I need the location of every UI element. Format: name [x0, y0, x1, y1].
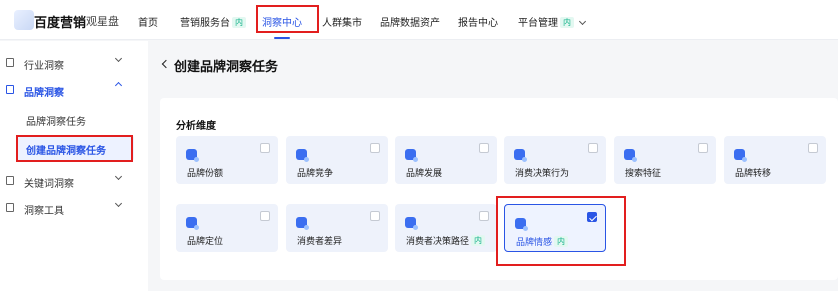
dimension-checkbox[interactable]	[370, 211, 380, 221]
nav-audience-market[interactable]: 人群集市	[322, 14, 362, 29]
logo-icon	[14, 10, 34, 30]
dimension-card-consumer-decision-behavior[interactable]: 消费决策行为	[504, 136, 606, 184]
dimension-checkbox[interactable]	[698, 143, 708, 153]
dimension-card-consumer-difference[interactable]: 消费者差异	[286, 204, 388, 252]
dimension-checkbox[interactable]	[808, 143, 818, 153]
dimension-label: 消费决策行为	[515, 169, 570, 179]
consumer-difference-icon	[296, 217, 309, 230]
industry-icon	[6, 58, 14, 67]
nav-platform-management[interactable]: 平台管理内	[518, 14, 587, 29]
dimension-card-brand-development[interactable]: 品牌发展	[395, 136, 497, 184]
brand-sentiment-icon	[515, 218, 528, 231]
dimension-card-brand-sentiment[interactable]: 品牌情感内	[504, 204, 606, 252]
brand-development-icon	[405, 149, 418, 162]
sidebar-item-label: 行业洞察	[24, 61, 64, 72]
dimension-label: 消费者决策路径内	[406, 234, 486, 247]
analysis-dimension-panel	[160, 98, 838, 280]
decision-path-icon	[405, 217, 418, 230]
keyword-icon	[6, 176, 14, 185]
dimension-card-brand-share[interactable]: 品牌份额	[176, 136, 278, 184]
dimension-label: 品牌份额	[187, 169, 224, 179]
chevron-down-icon	[114, 199, 123, 208]
nav-report-center[interactable]: 报告中心	[458, 14, 498, 29]
dimension-checkbox[interactable]	[588, 143, 598, 153]
brand-share-icon	[186, 149, 199, 162]
dimension-card-brand-positioning[interactable]: 品牌定位	[176, 204, 278, 252]
brand-logo-text[interactable]: 百度营销	[34, 12, 86, 31]
dimension-label: 品牌发展	[406, 169, 443, 179]
dimension-label: 品牌转移	[735, 169, 772, 179]
dimension-label: 品牌定位	[187, 237, 224, 247]
dimension-label: 搜索特征	[625, 169, 662, 179]
page-title: 创建品牌洞察任务	[174, 60, 279, 75]
nav-home[interactable]: 首页	[138, 14, 158, 29]
brand-transfer-icon	[734, 149, 747, 162]
brand-icon	[6, 85, 14, 94]
dimension-checkbox-checked[interactable]	[587, 212, 597, 222]
dimension-checkbox[interactable]	[260, 143, 270, 153]
dimension-card-consumer-decision-path[interactable]: 消费者决策路径内	[395, 204, 497, 252]
chevron-down-icon	[114, 54, 123, 63]
dimension-card-brand-transfer[interactable]: 品牌转移	[724, 136, 826, 184]
dimension-checkbox[interactable]	[479, 211, 489, 221]
sidebar-item-label: 关键词洞察	[24, 179, 74, 190]
internal-badge: 内	[560, 17, 574, 28]
sidebar-item-insight-tools[interactable]: 洞察工具	[0, 196, 148, 220]
chevron-up-icon	[114, 81, 123, 90]
sidebar-subitem-brand-insight-tasks[interactable]: 品牌洞察任务	[26, 113, 86, 128]
product-name: 观星盘	[86, 15, 119, 28]
dimension-label: 品牌情感内	[516, 235, 569, 248]
sidebar-item-brand-insight[interactable]: 品牌洞察	[0, 78, 148, 102]
sidebar-item-industry-insight[interactable]: 行业洞察	[0, 51, 148, 75]
internal-badge: 内	[232, 17, 246, 28]
nav-marketing-service[interactable]: 营销服务台内	[180, 14, 246, 29]
brand-competition-icon	[296, 149, 309, 162]
chevron-down-icon	[114, 172, 123, 181]
internal-badge: 内	[554, 236, 569, 247]
dimension-checkbox[interactable]	[260, 211, 270, 221]
back-arrow-icon[interactable]	[161, 59, 171, 69]
tools-icon	[6, 203, 14, 212]
decision-behavior-icon	[514, 149, 527, 162]
dimension-label: 消费者差异	[297, 237, 343, 247]
sidebar-item-keyword-insight[interactable]: 关键词洞察	[0, 169, 148, 193]
sidebar-item-label: 洞察工具	[24, 206, 64, 217]
chevron-down-icon[interactable]	[578, 17, 587, 26]
dimension-card-search-features[interactable]: 搜索特征	[614, 136, 716, 184]
nav-insight-center[interactable]: 洞察中心	[262, 14, 302, 29]
dimension-label: 品牌竞争	[297, 169, 334, 179]
sidebar-item-label: 品牌洞察	[24, 88, 64, 99]
section-title: 分析维度	[176, 121, 216, 132]
brand-positioning-icon	[186, 217, 199, 230]
search-features-icon	[624, 149, 637, 162]
dimension-card-brand-competition[interactable]: 品牌竞争	[286, 136, 388, 184]
sidebar-subitem-create-brand-insight-task[interactable]: 创建品牌洞察任务	[26, 142, 106, 157]
dimension-checkbox[interactable]	[370, 143, 380, 153]
active-tab-indicator	[274, 37, 290, 39]
top-navbar: 百度营销 观星盘 首页 营销服务台内 洞察中心 人群集市 品牌数据资产 报告中心…	[0, 0, 838, 40]
dimension-checkbox[interactable]	[479, 143, 489, 153]
internal-badge: 内	[471, 235, 486, 246]
nav-brand-data-assets[interactable]: 品牌数据资产	[380, 14, 440, 29]
